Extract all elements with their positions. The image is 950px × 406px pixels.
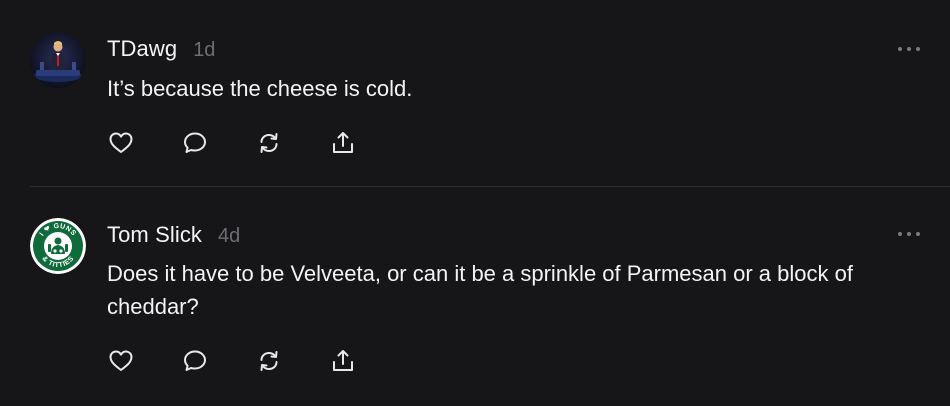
avatar[interactable] [30, 32, 86, 88]
username[interactable]: Tom Slick [107, 222, 202, 248]
dot-icon [898, 47, 902, 51]
dot-icon [916, 232, 920, 236]
dot-icon [907, 47, 911, 51]
share-upload-icon [333, 350, 353, 371]
share-upload-icon [333, 132, 353, 153]
repost-arrows-icon [260, 133, 278, 153]
timestamp: 4d [218, 225, 241, 247]
action-bar [107, 129, 403, 157]
post-item[interactable]: TDawg 1d It’s because the cheese is cold… [0, 0, 950, 186]
repost-arrows-icon [260, 351, 278, 371]
heart-icon [109, 350, 133, 371]
post-text: It’s because the cheese is cold. [107, 76, 413, 101]
share-button[interactable] [329, 129, 357, 157]
dot-icon [907, 232, 911, 236]
repost-button[interactable] [255, 129, 283, 157]
like-button[interactable] [107, 129, 135, 157]
like-button[interactable] [107, 347, 135, 375]
more-options-button[interactable] [898, 44, 920, 54]
repost-button[interactable] [255, 347, 283, 375]
reply-button[interactable] [181, 347, 209, 375]
action-bar [107, 347, 403, 375]
user-photo-avatar-icon [30, 32, 86, 88]
username[interactable]: TDawg [107, 36, 177, 62]
dot-icon [916, 47, 920, 51]
post-text: Does it have to be Velveeta, or can it b… [107, 261, 853, 319]
share-button[interactable] [329, 347, 357, 375]
comment-bubble-icon [184, 350, 206, 371]
comment-bubble-icon [184, 132, 206, 153]
avatar[interactable]: I ❤ GUNS & TITTIES [30, 218, 86, 274]
heart-icon [109, 132, 133, 153]
post-item[interactable]: I ❤ GUNS & TITTIES Tom Slick 4d Does it … [0, 187, 950, 406]
reply-button[interactable] [181, 129, 209, 157]
dot-icon [898, 232, 902, 236]
green-badge-avatar-icon: I ❤ GUNS & TITTIES [30, 218, 86, 274]
more-options-button[interactable] [898, 229, 920, 239]
timestamp: 1d [193, 39, 216, 61]
